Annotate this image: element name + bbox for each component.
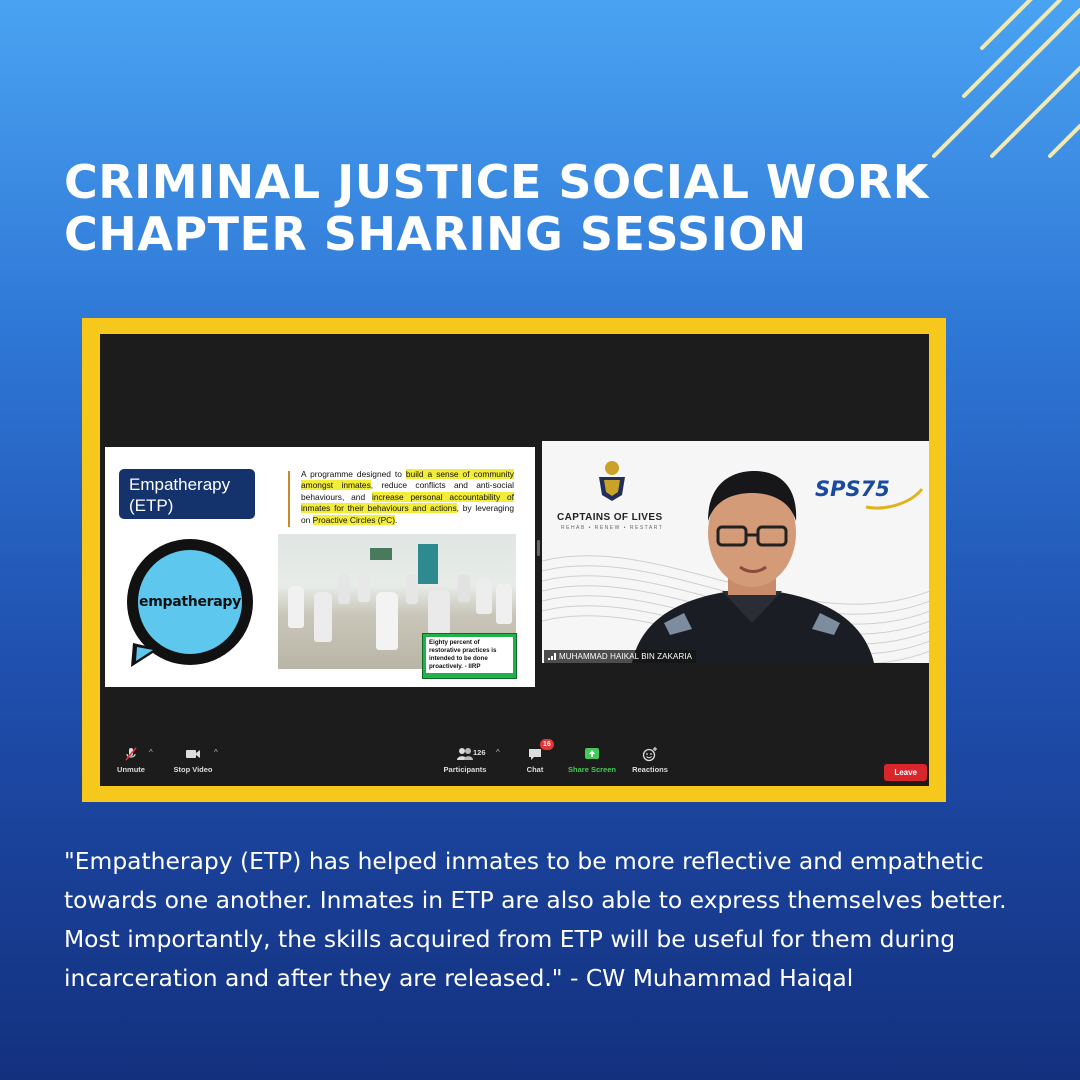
photo-board	[370, 548, 392, 560]
etp-title-line-1: Empatherapy	[129, 475, 231, 494]
testimonial-quote: "Empatherapy (ETP) has helped inmates to…	[64, 847, 1007, 992]
smiley-plus-icon	[642, 747, 657, 762]
participant-count: 126	[473, 748, 486, 757]
photo-person	[338, 574, 350, 604]
chat-button[interactable]: 16 Chat	[522, 739, 554, 774]
unmute-button[interactable]: Unmute	[114, 746, 148, 774]
chat-bubble-icon	[529, 749, 541, 760]
photo-person	[406, 574, 418, 604]
signal-icon	[548, 653, 556, 661]
zoom-meeting-window: Empatherapy (ETP) empatherapy A programm…	[100, 334, 929, 786]
unmute-options-caret[interactable]: ^	[149, 748, 153, 757]
etp-title-box: Empatherapy (ETP)	[119, 469, 255, 519]
share-screen-icon	[585, 748, 599, 759]
shared-slide: Empatherapy (ETP) empatherapy A programm…	[105, 447, 535, 687]
participant-name-tag: MUHAMMAD HAIKAL BIN ZAKARIA	[544, 650, 697, 663]
photo-person	[314, 592, 332, 642]
page-title: CRIMINAL JUSTICE SOCIAL WORK CHAPTER SHA…	[64, 156, 929, 260]
muted-microphone-icon	[125, 747, 137, 761]
participant-name: MUHAMMAD HAIKAL BIN ZAKARIA	[559, 652, 693, 661]
logo-bubble: empatherapy	[138, 550, 242, 654]
unmute-label: Unmute	[117, 765, 145, 774]
speaker-video-tile: CAPTAINS OF LIVES REHAB • RENEW • RESTAR…	[542, 441, 929, 663]
reactions-label: Reactions	[632, 765, 668, 774]
photo-person	[288, 586, 304, 628]
photo-person	[496, 584, 512, 624]
programme-description: A programme designed to build a sense of…	[301, 469, 514, 526]
speech-tail-icon	[131, 643, 159, 667]
screenshot-frame: Empatherapy (ETP) empatherapy A programm…	[82, 318, 946, 802]
photo-person	[476, 578, 492, 614]
photo-person	[458, 574, 470, 602]
zoom-toolbar: Unmute ^ Stop Video ^ 126 Participants ^	[100, 739, 929, 786]
share-screen-button[interactable]: Share Screen	[566, 746, 618, 774]
stop-video-button[interactable]: Stop Video	[170, 746, 216, 774]
split-view-handle[interactable]	[537, 540, 540, 556]
title-line-1: CRIMINAL JUSTICE SOCIAL WORK	[64, 155, 929, 209]
participants-button[interactable]: 126 Participants	[440, 746, 490, 774]
speaker-person	[632, 471, 874, 663]
participants-label: Participants	[443, 765, 487, 774]
etp-title-line-2: (ETP)	[129, 496, 174, 515]
participants-options-caret[interactable]: ^	[496, 748, 500, 757]
photo-person	[428, 590, 450, 634]
iirp-callout: Eighty percent of restorative practices …	[422, 633, 517, 679]
desc-highlight-3: Proactive Circles (PC)	[312, 514, 396, 525]
logo-text: empatherapy	[139, 594, 241, 610]
desc-part-1: A programme designed to	[301, 469, 406, 479]
chat-label: Chat	[526, 765, 544, 774]
share-screen-label: Share Screen	[568, 765, 616, 774]
participants-icon	[457, 748, 473, 760]
stop-video-label: Stop Video	[173, 765, 213, 774]
desc-part-4: .	[395, 514, 398, 525]
photo-person	[376, 592, 398, 650]
photo-door	[418, 544, 438, 584]
video-options-caret[interactable]: ^	[214, 748, 218, 757]
reactions-button[interactable]: Reactions	[632, 746, 668, 774]
photo-person	[358, 572, 370, 602]
desc-accent-bar	[288, 471, 290, 527]
decorative-stripes	[932, 0, 1080, 158]
leave-button[interactable]: Leave	[884, 764, 927, 781]
video-camera-icon	[186, 750, 200, 758]
title-line-2: CHAPTER SHARING SESSION	[64, 207, 807, 261]
chat-unread-badge: 16	[540, 739, 554, 750]
iirp-callout-text: Eighty percent of restorative practices …	[426, 637, 513, 673]
